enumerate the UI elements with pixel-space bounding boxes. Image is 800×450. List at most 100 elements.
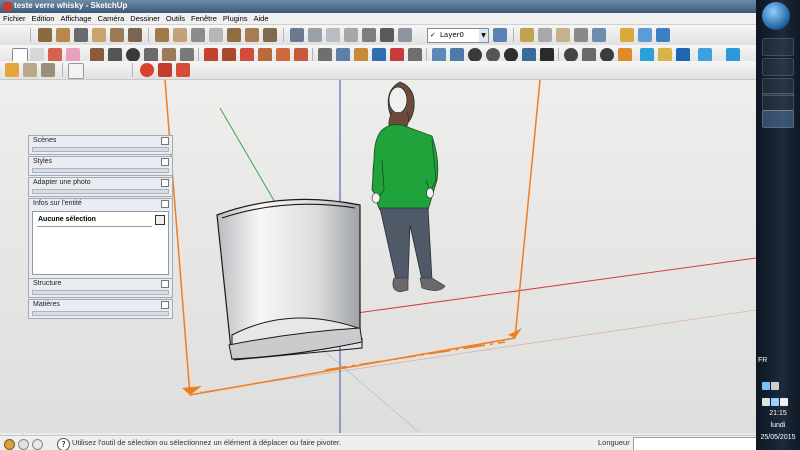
menu-fichier[interactable]: Fichier bbox=[0, 13, 29, 24]
hidden-line-icon[interactable] bbox=[209, 28, 223, 42]
orbit-icon[interactable] bbox=[432, 48, 446, 62]
box-xray-icon[interactable] bbox=[398, 28, 412, 42]
move-icon[interactable] bbox=[204, 48, 218, 62]
geolocation-icon[interactable] bbox=[68, 63, 84, 79]
back-edges-icon[interactable] bbox=[173, 28, 187, 42]
look-around-icon[interactable] bbox=[600, 48, 614, 62]
view-iso-icon[interactable] bbox=[38, 28, 52, 42]
taskbar-app-tool[interactable] bbox=[762, 93, 794, 111]
fog-icon[interactable] bbox=[726, 48, 740, 62]
toggle-details-icon[interactable] bbox=[155, 215, 165, 225]
measurements-input[interactable] bbox=[633, 437, 756, 450]
network-tray-icon[interactable] bbox=[762, 382, 770, 390]
component-browser-icon[interactable] bbox=[5, 63, 19, 77]
protractor-icon[interactable] bbox=[354, 48, 368, 62]
tray-icon[interactable] bbox=[771, 382, 779, 390]
component-2-icon[interactable] bbox=[23, 63, 37, 77]
menu-fenetre[interactable]: Fenêtre bbox=[188, 13, 220, 24]
xray-icon[interactable] bbox=[155, 28, 169, 42]
menu-affichage[interactable]: Affichage bbox=[57, 13, 94, 24]
clock-time[interactable]: 21:15 bbox=[756, 410, 800, 417]
layer-select[interactable]: ✓ Layer0 ▼ bbox=[427, 28, 489, 43]
style-3-icon[interactable] bbox=[556, 28, 570, 42]
eraser-icon[interactable] bbox=[66, 48, 80, 62]
walk-icon[interactable] bbox=[582, 48, 596, 62]
expand-icon[interactable] bbox=[161, 158, 169, 166]
camera-2-icon[interactable] bbox=[158, 63, 172, 77]
taskbar-app-sketchup[interactable] bbox=[762, 110, 794, 128]
style-2-icon[interactable] bbox=[538, 28, 552, 42]
expand-icon[interactable] bbox=[161, 280, 169, 288]
tape-measure-icon[interactable] bbox=[318, 48, 332, 62]
sandbox-icon[interactable] bbox=[640, 48, 654, 62]
menu-aide[interactable]: Aide bbox=[251, 13, 272, 24]
collapse-icon[interactable] bbox=[161, 200, 169, 208]
taskbar-app-explorer[interactable] bbox=[762, 38, 794, 56]
chevron-down-icon[interactable]: ▼ bbox=[479, 29, 488, 42]
rotate-icon[interactable] bbox=[240, 48, 254, 62]
freehand-icon[interactable] bbox=[180, 48, 194, 62]
next-view-icon[interactable] bbox=[540, 48, 554, 62]
sandbox-2-icon[interactable] bbox=[658, 48, 672, 62]
offset-icon[interactable] bbox=[294, 48, 308, 62]
styles-icon[interactable] bbox=[520, 28, 534, 42]
dimension-icon[interactable] bbox=[336, 48, 350, 62]
view-left-icon[interactable] bbox=[128, 28, 142, 42]
box-icon[interactable] bbox=[308, 28, 322, 42]
menu-camera[interactable]: Caméra bbox=[95, 13, 128, 24]
box-shaded-icon[interactable] bbox=[344, 28, 358, 42]
whisky-glass-model[interactable] bbox=[216, 198, 363, 361]
monochrome-icon[interactable] bbox=[263, 28, 277, 42]
get-models-icon[interactable] bbox=[656, 28, 670, 42]
push-pull-icon[interactable] bbox=[222, 48, 236, 62]
credits-icon[interactable] bbox=[18, 439, 29, 450]
position-camera-icon[interactable] bbox=[564, 48, 578, 62]
windows-start-icon[interactable] bbox=[762, 2, 790, 30]
expand-icon[interactable] bbox=[161, 301, 169, 309]
paint-bucket-icon[interactable] bbox=[48, 48, 62, 62]
follow-me-icon[interactable] bbox=[258, 48, 272, 62]
expand-icon[interactable] bbox=[161, 137, 169, 145]
text-icon[interactable] bbox=[372, 48, 386, 62]
share-model-icon[interactable] bbox=[638, 28, 652, 42]
make-component-icon[interactable] bbox=[30, 48, 44, 62]
shaded-icon[interactable] bbox=[227, 28, 241, 42]
warehouse-icon[interactable] bbox=[620, 28, 634, 42]
wireframe-icon[interactable] bbox=[191, 28, 205, 42]
language-indicator[interactable]: FR bbox=[758, 357, 767, 364]
signal-tray-icon[interactable] bbox=[771, 398, 779, 406]
camera-3-icon[interactable] bbox=[176, 63, 190, 77]
style-5-icon[interactable] bbox=[592, 28, 606, 42]
menu-outils[interactable]: Outils bbox=[163, 13, 188, 24]
tray-entity-info[interactable]: Infos sur l'entité Aucune sélection bbox=[28, 198, 173, 280]
tray-scenes[interactable]: Scènes bbox=[28, 135, 173, 155]
view-back-icon[interactable] bbox=[110, 28, 124, 42]
flag-tray-icon[interactable] bbox=[762, 398, 770, 406]
box-outline-icon[interactable] bbox=[326, 28, 340, 42]
view-right-icon[interactable] bbox=[92, 28, 106, 42]
expand-icon[interactable] bbox=[161, 179, 169, 187]
shaded-textures-icon[interactable] bbox=[245, 28, 259, 42]
tray-adapter-photo[interactable]: Adapter une photo bbox=[28, 177, 173, 197]
tray-structure[interactable]: Structure bbox=[28, 278, 173, 298]
menu-edition[interactable]: Edition bbox=[29, 13, 58, 24]
polygon-icon[interactable] bbox=[162, 48, 176, 62]
axes-icon[interactable] bbox=[390, 48, 404, 62]
style-4-icon[interactable] bbox=[574, 28, 588, 42]
zoom-extents-icon[interactable] bbox=[504, 48, 518, 62]
sandbox-3-icon[interactable] bbox=[676, 48, 690, 62]
section-plane-icon[interactable] bbox=[618, 48, 632, 62]
volume-icon[interactable] bbox=[780, 398, 788, 406]
tray-materials[interactable]: Matières bbox=[28, 299, 173, 319]
help-circle-icon[interactable]: ? bbox=[57, 438, 70, 450]
previous-view-icon[interactable] bbox=[522, 48, 536, 62]
scale-icon[interactable] bbox=[276, 48, 290, 62]
box-dark-icon[interactable] bbox=[380, 28, 394, 42]
component-icon[interactable] bbox=[290, 28, 304, 42]
line-icon[interactable] bbox=[108, 48, 122, 62]
shadow-settings-icon[interactable] bbox=[698, 48, 712, 62]
view-top-icon[interactable] bbox=[56, 28, 70, 42]
geolocation-status-icon[interactable] bbox=[4, 439, 15, 450]
zoom-window-icon[interactable] bbox=[486, 48, 500, 62]
3d-text-icon[interactable] bbox=[408, 48, 422, 62]
